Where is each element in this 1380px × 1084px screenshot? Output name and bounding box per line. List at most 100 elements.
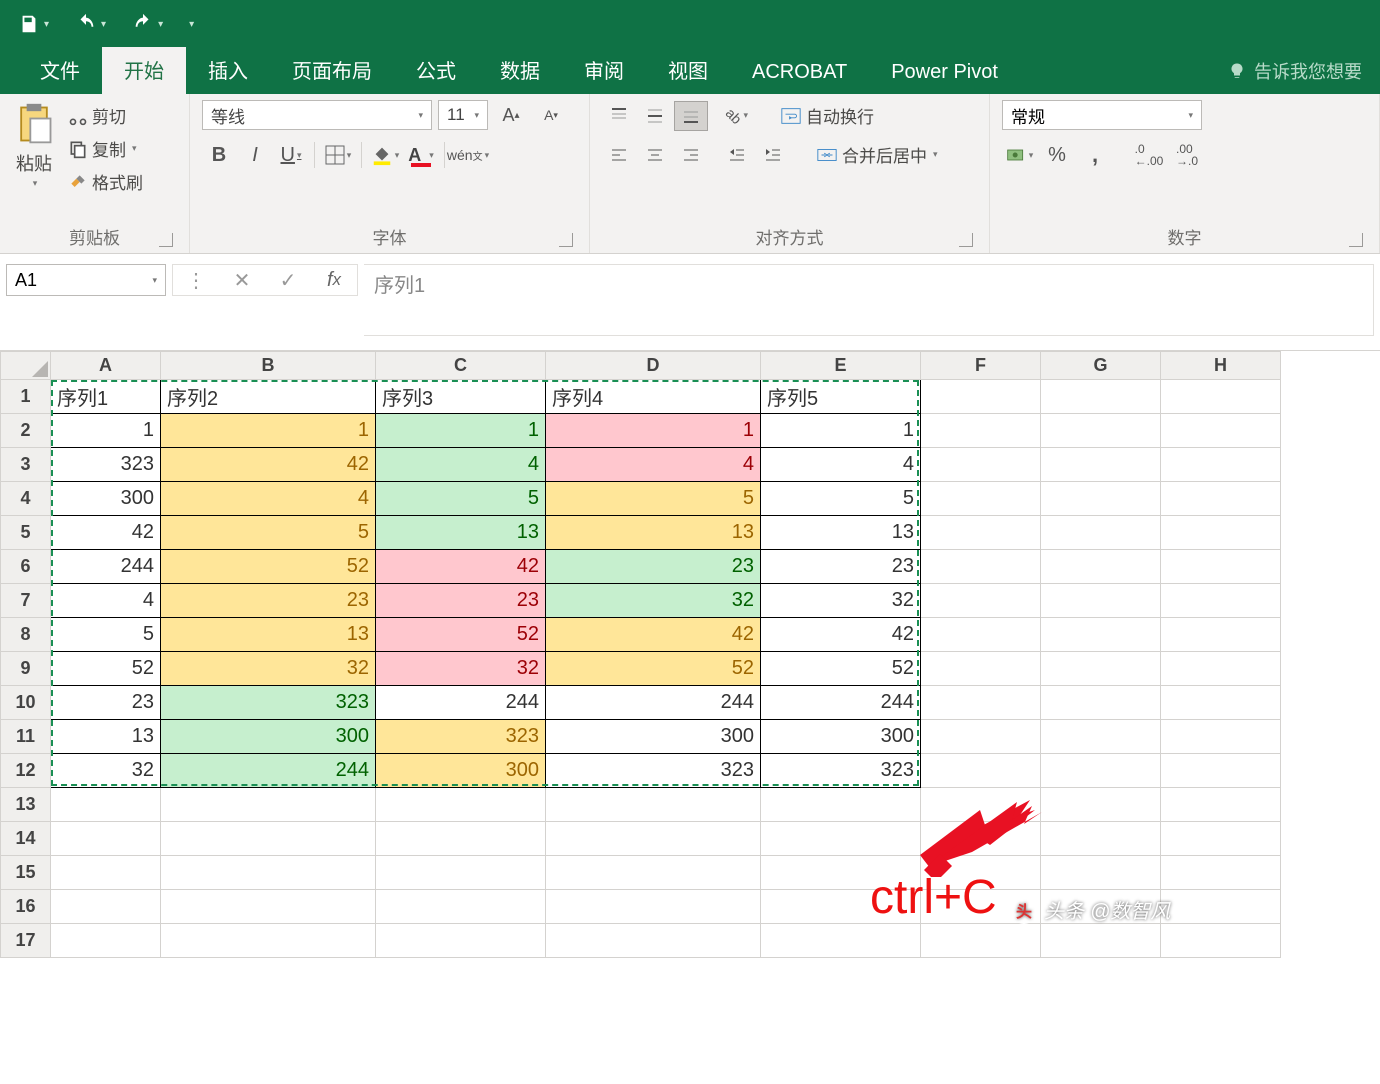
cell[interactable] (1161, 720, 1281, 754)
redo-button[interactable]: ▾ (132, 13, 163, 35)
row-header[interactable]: 10 (1, 686, 51, 720)
cell[interactable] (1041, 584, 1161, 618)
tab-formulas[interactable]: 公式 (394, 47, 478, 94)
tab-insert[interactable]: 插入 (186, 47, 270, 94)
cell[interactable]: 序列5 (761, 380, 921, 414)
cell[interactable]: 323 (51, 448, 161, 482)
cell[interactable] (921, 618, 1041, 652)
cell[interactable] (761, 924, 921, 958)
cancel-button[interactable]: ✕ (219, 265, 265, 295)
row-header[interactable]: 13 (1, 788, 51, 822)
cell[interactable] (376, 822, 546, 856)
cell[interactable] (51, 890, 161, 924)
cell[interactable]: 13 (376, 516, 546, 550)
cell[interactable] (1041, 482, 1161, 516)
tab-view[interactable]: 视图 (646, 47, 730, 94)
cell[interactable]: 32 (51, 754, 161, 788)
column-header[interactable]: C (376, 352, 546, 380)
merge-center-button[interactable]: 合并后居中▾ (812, 139, 942, 170)
increase-font-button[interactable]: A▴ (494, 100, 528, 130)
cell[interactable]: 323 (161, 686, 376, 720)
column-header[interactable]: D (546, 352, 761, 380)
cell[interactable]: 244 (376, 686, 546, 720)
column-header[interactable]: H (1161, 352, 1281, 380)
cell[interactable]: 323 (761, 754, 921, 788)
cell[interactable]: 13 (761, 516, 921, 550)
align-middle-button[interactable] (638, 101, 672, 131)
cell[interactable] (1041, 448, 1161, 482)
cell[interactable] (546, 924, 761, 958)
cut-button[interactable]: 剪切 (64, 100, 147, 131)
fill-color-button[interactable]: ▾ (368, 140, 402, 170)
cell[interactable] (1041, 754, 1161, 788)
cell[interactable] (921, 550, 1041, 584)
row-header[interactable]: 7 (1, 584, 51, 618)
cell[interactable]: 5 (161, 516, 376, 550)
cell[interactable] (376, 788, 546, 822)
cell[interactable]: 1 (51, 414, 161, 448)
cell[interactable] (1161, 414, 1281, 448)
cell[interactable] (761, 788, 921, 822)
cell[interactable] (161, 788, 376, 822)
borders-button[interactable]: ▾ (321, 140, 355, 170)
cell[interactable]: 5 (376, 482, 546, 516)
cell[interactable]: 300 (761, 720, 921, 754)
dialog-launcher[interactable] (559, 233, 573, 247)
cell[interactable]: 13 (161, 618, 376, 652)
align-left-button[interactable] (602, 140, 636, 170)
row-header[interactable]: 1 (1, 380, 51, 414)
cell[interactable]: 244 (761, 686, 921, 720)
cell[interactable] (1041, 720, 1161, 754)
row-header[interactable]: 2 (1, 414, 51, 448)
cell[interactable]: 5 (761, 482, 921, 516)
cell[interactable] (1161, 822, 1281, 856)
row-header[interactable]: 9 (1, 652, 51, 686)
cell[interactable]: 序列3 (376, 380, 546, 414)
wrap-text-button[interactable]: 自动换行 (776, 100, 878, 131)
cell[interactable] (1041, 380, 1161, 414)
cell[interactable]: 23 (546, 550, 761, 584)
underline-button[interactable]: U▾ (274, 140, 308, 170)
cell[interactable] (1161, 856, 1281, 890)
increase-decimal-button[interactable]: .0←.00 (1132, 140, 1166, 170)
tab-layout[interactable]: 页面布局 (270, 47, 394, 94)
row-header[interactable]: 16 (1, 890, 51, 924)
cell[interactable]: 42 (761, 618, 921, 652)
cell[interactable] (921, 924, 1041, 958)
cell[interactable]: 1 (546, 414, 761, 448)
cell[interactable] (1041, 924, 1161, 958)
name-box[interactable]: A1▾ (6, 264, 166, 296)
decrease-decimal-button[interactable]: .00→.0 (1170, 140, 1204, 170)
dialog-launcher[interactable] (959, 233, 973, 247)
cell[interactable] (1161, 448, 1281, 482)
row-header[interactable]: 8 (1, 618, 51, 652)
italic-button[interactable]: I (238, 140, 272, 170)
cell[interactable] (1161, 754, 1281, 788)
cell[interactable] (1041, 550, 1161, 584)
row-header[interactable]: 6 (1, 550, 51, 584)
row-header[interactable]: 5 (1, 516, 51, 550)
accounting-format-button[interactable]: ▾ (1002, 140, 1036, 170)
fx-button[interactable]: fx (311, 265, 357, 295)
bold-button[interactable]: B (202, 140, 236, 170)
cell[interactable]: 42 (51, 516, 161, 550)
format-painter-button[interactable]: 格式刷 (64, 166, 147, 197)
font-size-combo[interactable]: 11▾ (438, 100, 488, 130)
cell[interactable]: 4 (761, 448, 921, 482)
cell[interactable]: 52 (161, 550, 376, 584)
tab-powerpivot[interactable]: Power Pivot (869, 53, 1020, 94)
cell[interactable]: 1 (161, 414, 376, 448)
cell[interactable] (1041, 414, 1161, 448)
cell[interactable] (921, 686, 1041, 720)
column-header[interactable]: A (51, 352, 161, 380)
cell[interactable] (376, 924, 546, 958)
cell[interactable]: 1 (761, 414, 921, 448)
dialog-launcher[interactable] (1349, 233, 1363, 247)
cell[interactable] (376, 890, 546, 924)
qat-customize[interactable]: ▾ (189, 19, 194, 30)
decrease-indent-button[interactable] (720, 140, 754, 170)
select-all-corner[interactable] (1, 352, 51, 380)
cell[interactable] (1041, 788, 1161, 822)
cell[interactable] (161, 890, 376, 924)
cell[interactable] (1161, 618, 1281, 652)
